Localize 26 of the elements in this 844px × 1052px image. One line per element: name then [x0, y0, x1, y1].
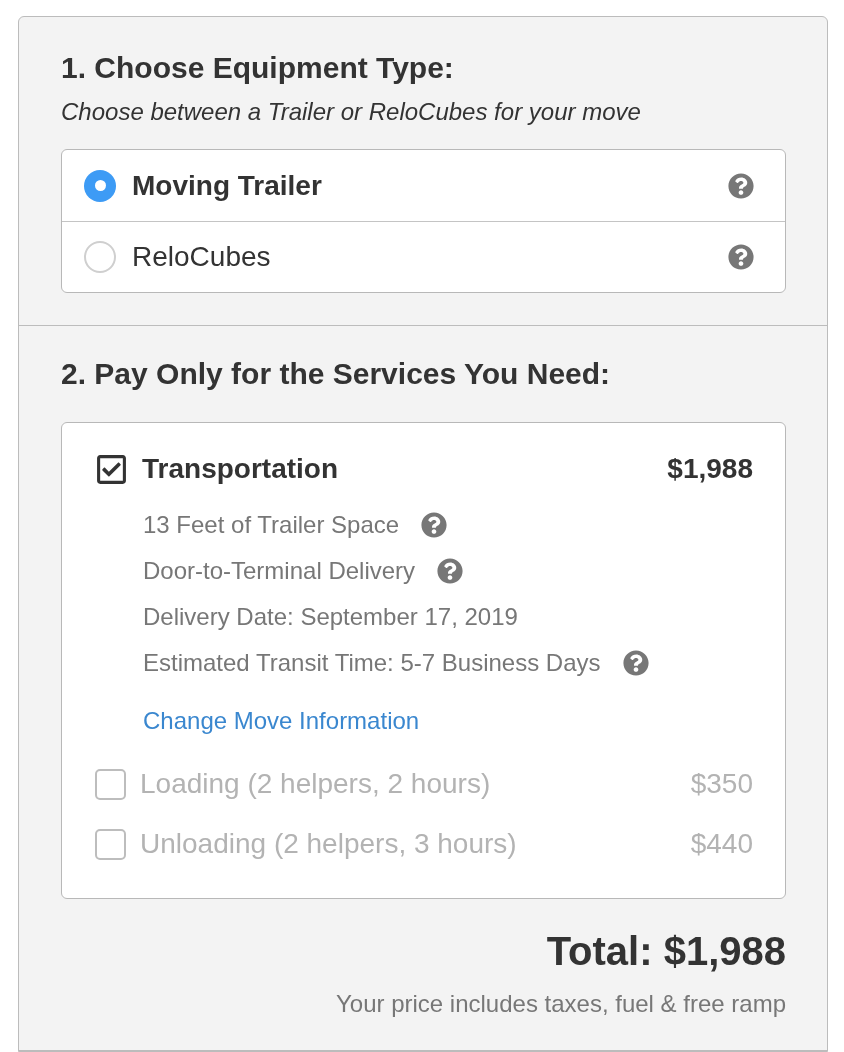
- service-detail: Door-to-Terminal Delivery: [143, 556, 416, 586]
- radio-button[interactable]: [84, 241, 116, 273]
- service-price: $350: [690, 767, 753, 801]
- checkbox[interactable]: [95, 452, 128, 486]
- service-detail: 13 Feet of Trailer Space: [143, 510, 400, 540]
- checkbox[interactable]: [95, 828, 126, 860]
- price-note: Your price includes taxes, fuel & free ramp: [336, 989, 786, 1019]
- total-price: Total: $1,988: [546, 928, 786, 975]
- section-title: 2. Pay Only for the Services You Need:: [61, 356, 612, 392]
- help-icon[interactable]: [437, 558, 464, 584]
- help-icon[interactable]: [622, 650, 649, 676]
- help-icon[interactable]: [421, 512, 448, 538]
- service-label[interactable]: Transportation: [142, 452, 654, 486]
- service-price: $1,988: [667, 452, 753, 486]
- section-title: 1. Choose Equipment Type:: [61, 50, 455, 86]
- help-icon[interactable]: [728, 172, 754, 199]
- service-detail: Estimated Transit Time: 5-7 Business Days: [143, 648, 601, 678]
- option-label[interactable]: ReloCubes: [132, 240, 712, 274]
- change-move-link[interactable]: Change Move Information: [143, 706, 420, 736]
- option-label[interactable]: Moving Trailer: [132, 168, 712, 203]
- section-subtitle: Choose between a Trailer or ReloCubes for your move: [61, 97, 642, 127]
- help-icon[interactable]: [728, 244, 754, 270]
- checkbox[interactable]: [95, 768, 126, 800]
- service-detail: Delivery Date: September 17, 2019: [143, 602, 518, 632]
- radio-button[interactable]: [84, 169, 116, 202]
- service-price: $440: [690, 827, 753, 861]
